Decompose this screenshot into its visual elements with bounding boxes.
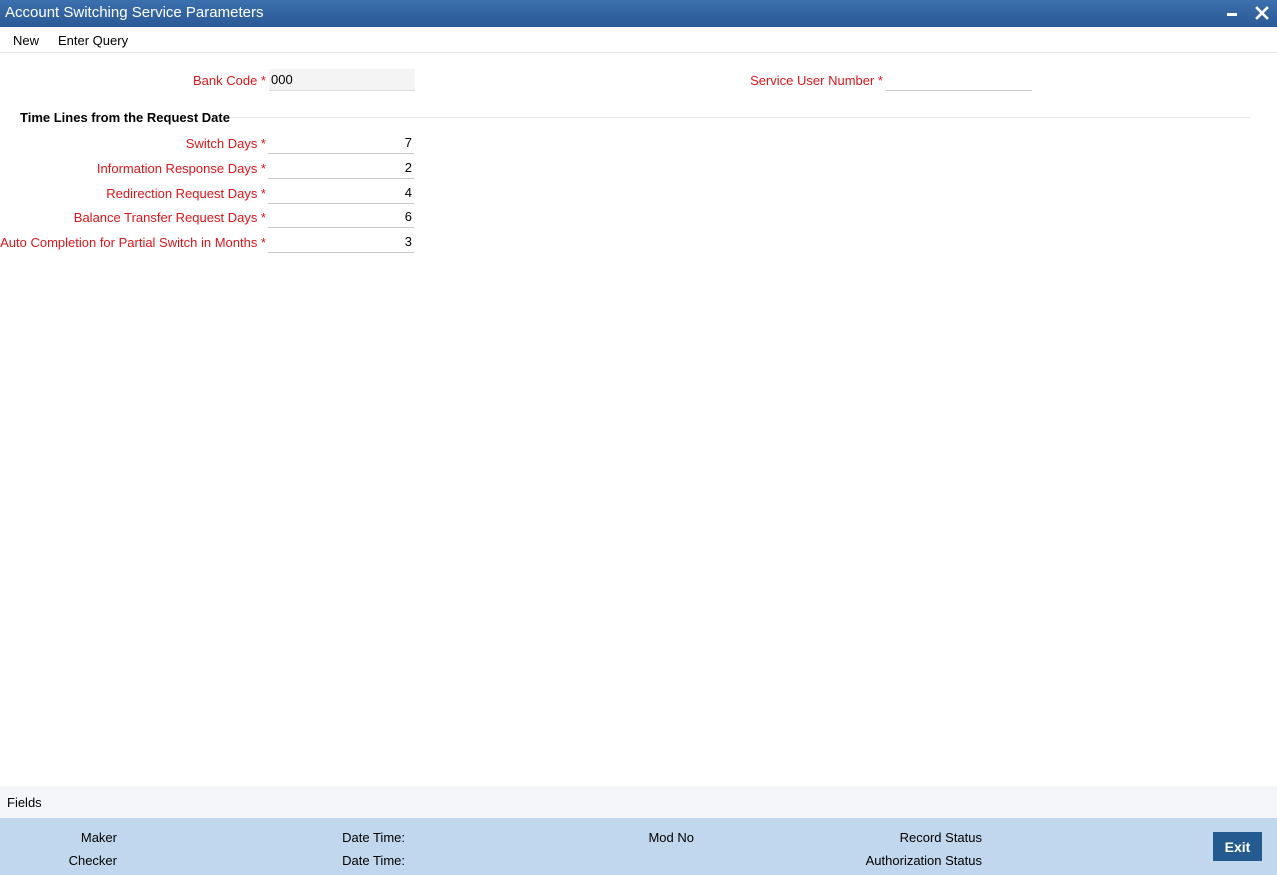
service-user-number-label: Service User Number * (750, 73, 883, 88)
checker-label: Checker (68, 853, 117, 868)
mod-no-label: Mod No (648, 830, 694, 845)
redirection-request-days-field[interactable] (268, 182, 414, 204)
record-status-label: Record Status (899, 830, 982, 845)
authorization-status-label: Authorization Status (865, 853, 982, 868)
exit-button[interactable]: Exit (1213, 832, 1262, 861)
information-response-days-label: Information Response Days * (96, 161, 266, 176)
form-content: Bank Code * Service User Number * Time L… (0, 53, 1277, 786)
audit-footer: Maker Checker Date Time: Date Time: Mod … (0, 818, 1277, 875)
information-response-days-field[interactable] (268, 157, 414, 179)
window-titlebar: Account Switching Service Parameters (0, 0, 1277, 27)
fields-button[interactable]: Fields (7, 795, 42, 810)
balance-transfer-request-days-field[interactable] (268, 206, 414, 228)
checker-date-time-label: Date Time: (342, 853, 405, 868)
maker-label: Maker (80, 830, 117, 845)
section-divider (230, 117, 1250, 118)
auto-completion-months-label: Auto Completion for Partial Switch in Mo… (0, 235, 266, 250)
switch-days-field[interactable] (268, 132, 414, 154)
close-icon (1255, 6, 1269, 20)
switch-days-label: Switch Days * (185, 136, 266, 151)
minimize-button[interactable] (1222, 3, 1242, 23)
bank-code-field[interactable] (269, 69, 415, 91)
section-title: Time Lines from the Request Date (20, 110, 230, 125)
minimize-icon (1227, 13, 1237, 16)
auto-completion-months-field[interactable] (268, 231, 414, 253)
maker-date-time-label: Date Time: (342, 830, 405, 845)
new-button[interactable]: New (13, 33, 39, 48)
redirection-request-days-label: Redirection Request Days * (106, 186, 266, 201)
bank-code-label: Bank Code * (193, 73, 266, 88)
enter-query-button[interactable]: Enter Query (58, 33, 128, 48)
fields-bar: Fields (0, 786, 1277, 818)
balance-transfer-request-days-label: Balance Transfer Request Days * (73, 210, 266, 225)
window-title: Account Switching Service Parameters (5, 4, 264, 21)
service-user-number-field[interactable] (886, 69, 1032, 91)
close-button[interactable] (1252, 3, 1272, 23)
toolbar: New Enter Query (0, 27, 1277, 53)
